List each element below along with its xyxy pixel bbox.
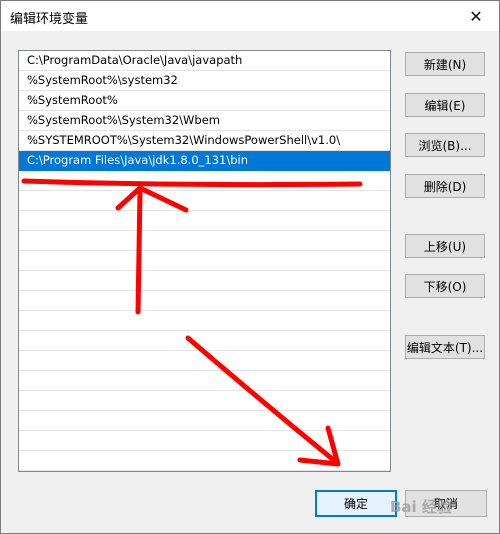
new-button[interactable]: 新建(N) <box>405 52 485 76</box>
empty-row[interactable] <box>19 291 390 311</box>
empty-row[interactable] <box>19 431 390 451</box>
empty-row[interactable] <box>19 371 390 391</box>
delete-button[interactable]: 删除(D) <box>405 174 485 198</box>
window-title: 编辑环境变量 <box>10 12 89 27</box>
path-list-item[interactable]: %SystemRoot%\System32\Wbem <box>19 111 390 131</box>
title-bar: 编辑环境变量 ✕ <box>1 1 499 31</box>
close-button[interactable]: ✕ <box>453 1 499 31</box>
empty-row[interactable] <box>19 271 390 291</box>
edit-text-button[interactable]: 编辑文本(T)... <box>405 335 485 359</box>
empty-row[interactable] <box>19 211 390 231</box>
path-list[interactable]: C:\ProgramData\Oracle\Java\javapath %Sys… <box>18 50 391 472</box>
empty-row[interactable] <box>19 171 390 191</box>
edit-env-var-dialog: 编辑环境变量 ✕ C:\ProgramData\Oracle\Java\java… <box>0 0 500 534</box>
path-list-item[interactable]: C:\ProgramData\Oracle\Java\javapath <box>19 51 390 71</box>
edit-button[interactable]: 编辑(E) <box>405 93 485 117</box>
empty-row[interactable] <box>19 311 390 331</box>
empty-row[interactable] <box>19 451 390 471</box>
path-list-item[interactable]: %SystemRoot% <box>19 91 390 111</box>
empty-row[interactable] <box>19 331 390 351</box>
browse-button[interactable]: 浏览(B)... <box>405 133 485 157</box>
path-list-item[interactable]: %SYSTEMROOT%\System32\WindowsPowerShell\… <box>19 131 390 151</box>
empty-row[interactable] <box>19 251 390 271</box>
empty-row[interactable] <box>19 351 390 371</box>
empty-row[interactable] <box>19 231 390 251</box>
empty-row[interactable] <box>19 191 390 211</box>
empty-row[interactable] <box>19 391 390 411</box>
ok-button[interactable]: 确定 <box>315 490 397 517</box>
path-list-item[interactable]: %SystemRoot%\system32 <box>19 71 390 91</box>
cancel-button[interactable]: 取消 <box>405 490 487 517</box>
path-list-item-selected[interactable]: C:\Program Files\Java\jdk1.8.0_131\bin <box>19 151 390 171</box>
move-up-button[interactable]: 上移(U) <box>405 234 485 258</box>
close-icon: ✕ <box>469 6 483 26</box>
move-down-button[interactable]: 下移(O) <box>405 274 485 298</box>
empty-row[interactable] <box>19 411 390 431</box>
